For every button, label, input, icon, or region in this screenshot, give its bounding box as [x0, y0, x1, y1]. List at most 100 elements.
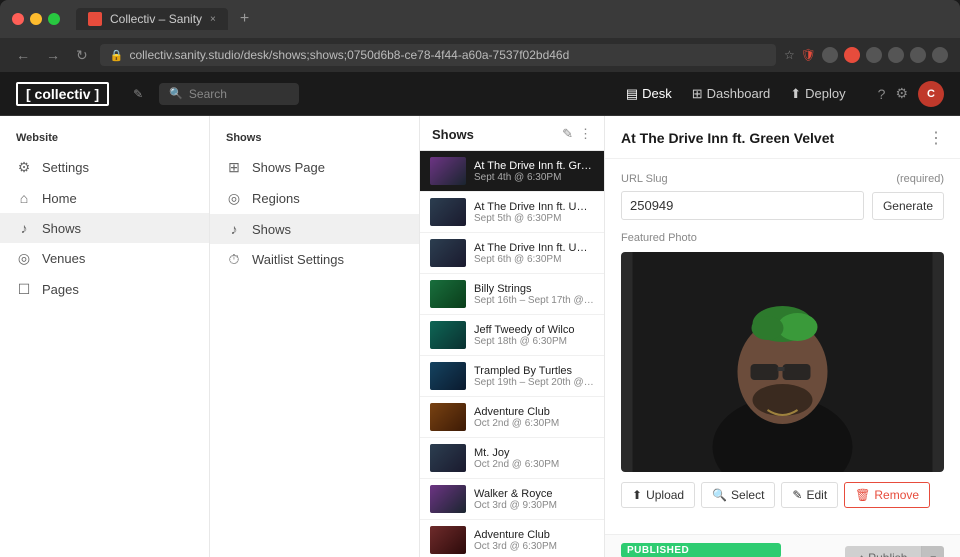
show-thumb: [430, 444, 466, 472]
generate-button[interactable]: Generate: [872, 192, 944, 220]
sidebar2-item-waitlist[interactable]: ⏱ Waitlist Settings: [210, 244, 419, 275]
show-info: Trampled By Turtles Sept 19th – Sept 20t…: [474, 365, 594, 388]
tab-close-button[interactable]: ×: [210, 14, 216, 25]
sidebar2-item-shows[interactable]: ♪ Shows: [210, 214, 419, 244]
magnify-icon: 🔍: [712, 488, 727, 502]
url-slug-field: URL Slug (required) Generate: [621, 173, 944, 220]
url-text: collectiv.sanity.studio/desk/shows;shows…: [129, 48, 569, 62]
show-list-item[interactable]: Adventure Club Oct 3rd @ 6:30PM: [420, 520, 604, 557]
nav-dashboard[interactable]: ⊞ Dashboard: [692, 86, 771, 102]
nav-desk[interactable]: ▤ Desk: [626, 86, 672, 102]
person-silhouette: [621, 252, 944, 472]
url-slug-label: URL Slug: [621, 173, 668, 185]
minimize-dot[interactable]: [30, 13, 42, 25]
shows-panel: Shows ✎ ⋮ At The Drive Inn ft. Green Vel…: [420, 116, 605, 557]
show-list-item[interactable]: At The Drive Inn ft. Umphrey's Mc... Sep…: [420, 233, 604, 274]
show-info: Jeff Tweedy of Wilco Sept 18th @ 6:30PM: [474, 324, 594, 347]
detail-menu-icon[interactable]: ⋮: [928, 128, 944, 148]
extension-icon5[interactable]: [910, 47, 926, 63]
pencil-icon: ✎: [792, 488, 802, 502]
profile-icon[interactable]: [932, 47, 948, 63]
nav-icons: ☆ 🛡: [784, 47, 948, 63]
show-thumb: [430, 239, 466, 267]
logo[interactable]: [ collectiv ]: [16, 82, 109, 106]
show-list-item[interactable]: Walker & Royce Oct 3rd @ 9:30PM: [420, 479, 604, 520]
show-list-item[interactable]: Adventure Club Oct 2nd @ 6:30PM: [420, 397, 604, 438]
extension-icon2[interactable]: [844, 47, 860, 63]
show-list-item[interactable]: Jeff Tweedy of Wilco Sept 18th @ 6:30PM: [420, 315, 604, 356]
show-title: Adventure Club: [474, 406, 594, 418]
grid-icon: ⊞: [226, 159, 242, 176]
search-icon: 🔍: [169, 87, 183, 100]
detail-content: URL Slug (required) Generate Featured Ph…: [605, 159, 960, 534]
sidebar-item-venues[interactable]: ◎ Venues: [0, 243, 209, 274]
publish-btn-group: ↑ Publish ▾: [845, 546, 944, 557]
avatar[interactable]: C: [918, 81, 944, 107]
url-slug-input[interactable]: [621, 191, 864, 220]
photo-canvas: [621, 252, 944, 472]
back-button[interactable]: ←: [12, 45, 34, 65]
show-title: At The Drive Inn ft. Umphrey's Mc...: [474, 242, 594, 254]
shows-panel-icons: ✎ ⋮: [562, 126, 592, 142]
shows-menu-icon[interactable]: ⋮: [579, 126, 592, 142]
nav-deploy[interactable]: ⬆ Deploy: [790, 86, 845, 102]
forward-button[interactable]: →: [42, 45, 64, 65]
show-info: Adventure Club Oct 3rd @ 6:30PM: [474, 529, 594, 552]
show-list-item[interactable]: Mt. Joy Oct 2nd @ 6:30PM: [420, 438, 604, 479]
shows-edit-icon[interactable]: ✎: [562, 126, 573, 142]
sidebar2-item-regions[interactable]: ◎ Regions: [210, 183, 419, 214]
refresh-button[interactable]: ↻: [72, 45, 92, 66]
top-nav-icons: ? ⚙ C: [878, 81, 944, 107]
waitlist-icon: ⏱: [226, 251, 242, 268]
url-slug-required: (required): [896, 173, 944, 187]
show-list-item[interactable]: At The Drive Inn ft. Umphrey's Mc... Sep…: [420, 192, 604, 233]
maximize-dot[interactable]: [48, 13, 60, 25]
tab-favicon: [88, 12, 102, 26]
browser-tab[interactable]: Collectiv – Sanity ×: [76, 8, 228, 30]
extension-icon3[interactable]: [866, 47, 882, 63]
sidebar-item-settings[interactable]: ⚙ Settings: [0, 152, 209, 183]
show-date: Sept 18th @ 6:30PM: [474, 336, 594, 347]
edit-icon[interactable]: ✎: [133, 87, 143, 101]
select-button[interactable]: 🔍 Select: [701, 482, 775, 508]
url-bar[interactable]: 🔒 collectiv.sanity.studio/desk/shows;sho…: [100, 44, 776, 66]
sidebar2-item-shows-page[interactable]: ⊞ Shows Page: [210, 152, 419, 183]
show-info: At The Drive Inn ft. Umphrey's Mc... Sep…: [474, 242, 594, 265]
upload-icon: ⬆: [632, 488, 642, 502]
sidebar-item-shows[interactable]: ♪ Shows: [0, 213, 209, 243]
shows-panel-title: Shows: [432, 127, 474, 142]
sidebar-item-home[interactable]: ⌂ Home: [0, 183, 209, 213]
show-info: At The Drive Inn ft. Umphrey's Mc... Sep…: [474, 201, 594, 224]
show-date: Sept 4th @ 6:30PM: [474, 172, 594, 183]
detail-title: At The Drive Inn ft. Green Velvet: [621, 130, 834, 146]
search-bar[interactable]: 🔍 Search: [159, 83, 299, 105]
publish-button[interactable]: ↑ Publish: [845, 546, 922, 557]
show-info: Billy Strings Sept 16th – Sept 17th @ 7:…: [474, 283, 594, 306]
show-date: Sept 5th @ 6:30PM: [474, 213, 594, 224]
show-list-item[interactable]: At The Drive Inn ft. Green Velvet Sept 4…: [420, 151, 604, 192]
show-date: Oct 2nd @ 6:30PM: [474, 418, 594, 429]
new-tab-button[interactable]: +: [240, 10, 249, 28]
pages-icon: ☐: [16, 281, 32, 298]
top-nav-items: ▤ Desk ⊞ Dashboard ⬆ Deploy: [626, 86, 846, 102]
app: [ collectiv ] ✎ 🔍 Search ▤ Desk ⊞ Dashbo…: [0, 72, 960, 557]
tab-title: Collectiv – Sanity: [110, 12, 202, 26]
show-thumb: [430, 157, 466, 185]
extension-icon4[interactable]: [888, 47, 904, 63]
close-dot[interactable]: [12, 13, 24, 25]
show-list-item[interactable]: Trampled By Turtles Sept 19th – Sept 20t…: [420, 356, 604, 397]
remove-button[interactable]: 🗑 Remove: [844, 482, 930, 508]
upload-button[interactable]: ⬆ Upload: [621, 482, 695, 508]
show-list-item[interactable]: Billy Strings Sept 16th – Sept 17th @ 7:…: [420, 274, 604, 315]
sidebar2-title: Shows: [210, 132, 419, 152]
publish-dropdown-button[interactable]: ▾: [921, 546, 944, 557]
help-icon[interactable]: ?: [878, 86, 886, 102]
home-icon: ⌂: [16, 190, 32, 206]
show-info: Adventure Club Oct 2nd @ 6:30PM: [474, 406, 594, 429]
show-title: Trampled By Turtles: [474, 365, 594, 377]
sidebar-item-pages[interactable]: ☐ Pages: [0, 274, 209, 305]
star-icon[interactable]: ☆: [784, 48, 795, 62]
settings-icon[interactable]: ⚙: [895, 85, 908, 102]
edit-button[interactable]: ✎ Edit: [781, 482, 838, 508]
extension-icon1[interactable]: [822, 47, 838, 63]
